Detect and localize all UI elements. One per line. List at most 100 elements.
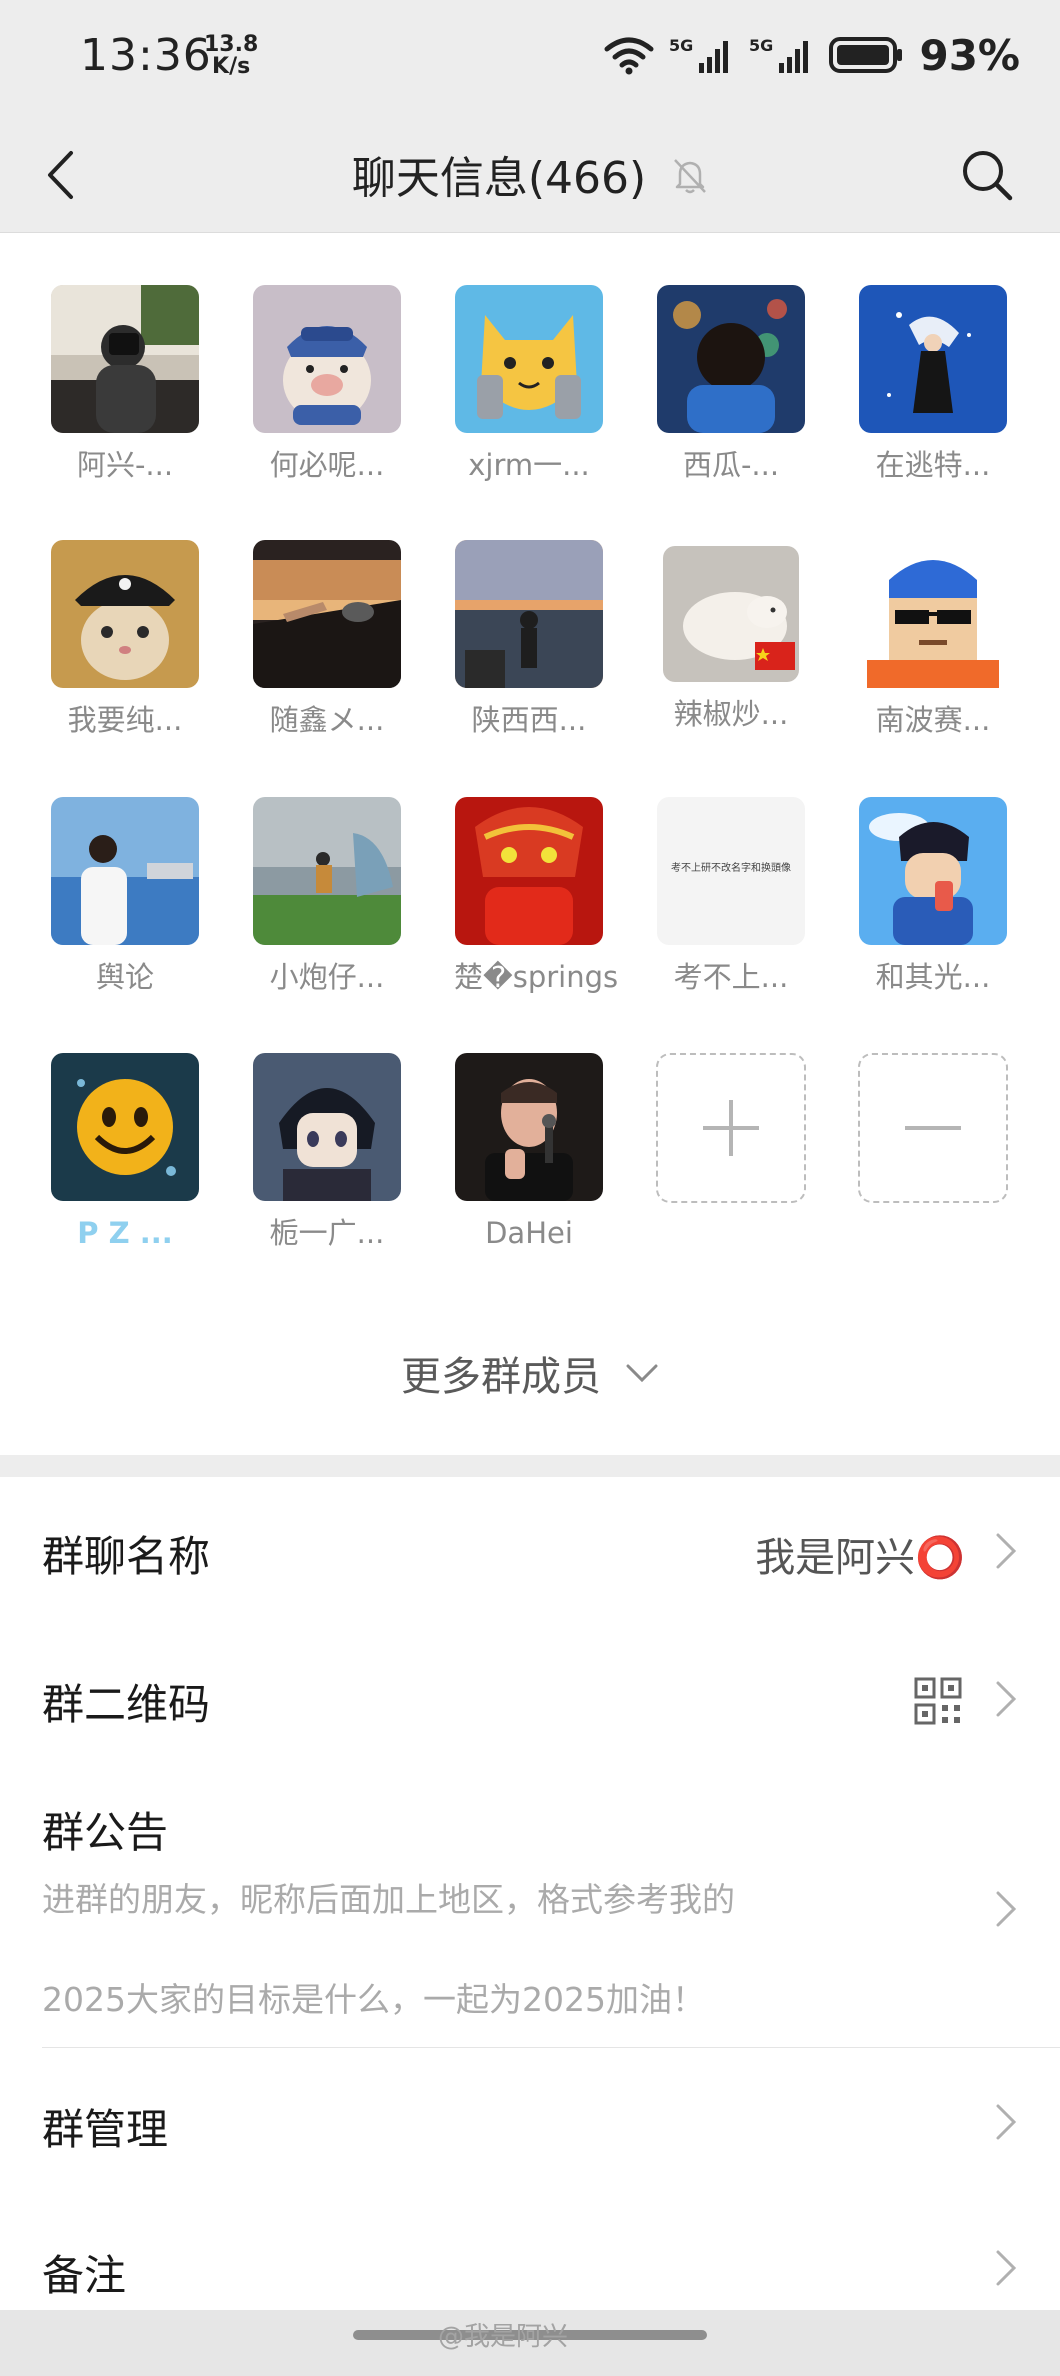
member-name: 和其光... (875, 960, 991, 994)
member-name: 南波赛... (875, 703, 991, 737)
member-name: 何必呢... (269, 448, 385, 482)
member-avatar (859, 797, 1007, 945)
more-members-button[interactable]: 更多群成员 (0, 1333, 1060, 1413)
chevron-right-icon (996, 2104, 1017, 2140)
network-speed: 13.8 K/s (204, 34, 258, 78)
chevron-down-icon (626, 1364, 658, 1383)
svg-text:5G: 5G (669, 36, 693, 55)
member-item[interactable]: 我要纯... (50, 540, 200, 740)
member-avatar (253, 285, 401, 433)
member-name: 我要纯... (67, 703, 183, 737)
group-notice-label: 群公告 (42, 1808, 169, 1857)
member-name: 栀一广... (269, 1216, 385, 1250)
member-name: P Z ... (77, 1216, 173, 1250)
member-item[interactable]: DaHei (454, 1053, 604, 1253)
member-item[interactable]: P Z ... (50, 1053, 200, 1253)
member-item[interactable]: 陕西西... (454, 540, 604, 740)
status-bar: 13:36 13.8 K/s 5G 5G 93% (0, 0, 1060, 118)
member-avatar (859, 540, 1007, 688)
wifi-icon (604, 37, 654, 75)
member-avatar (859, 285, 1007, 433)
member-item[interactable]: 随鑫メ... (252, 540, 402, 740)
page-title-text: 聊天信息(466) (351, 153, 647, 204)
chevron-right-icon (996, 1891, 1017, 1927)
member-avatar (51, 1053, 199, 1201)
member-avatar (455, 540, 603, 688)
member-name: 阿兴-... (76, 448, 174, 482)
member-name: 在逃特... (875, 448, 991, 482)
group-name-value: 我是阿兴⭕ (755, 1535, 965, 1581)
group-notice-line-2: 2025大家的目标是什么，一起为2025加油！ (42, 1980, 705, 2019)
member-item[interactable]: xjrm一... (454, 285, 604, 485)
group-notice-row[interactable]: 群公告 进群的朋友，昵称后面加上地区，格式参考我的 2025大家的目标是什么，一… (0, 1773, 1060, 2047)
member-name: 舆论 (95, 960, 154, 994)
battery-icon (829, 37, 903, 73)
qr-code-icon (914, 1677, 962, 1725)
member-name: 小炮仔... (269, 960, 385, 994)
signal-5g-icon: 5G (669, 36, 729, 73)
group-manage-label: 群管理 (42, 2105, 169, 2154)
mute-icon (672, 156, 708, 207)
member-item[interactable]: 南波赛... (858, 540, 1008, 740)
svg-text:5G: 5G (749, 36, 773, 55)
search-button[interactable] (954, 142, 1020, 208)
member-avatar (253, 797, 401, 945)
member-item[interactable]: 舆论 (50, 797, 200, 997)
remark-row[interactable]: 备注 (0, 2196, 1060, 2310)
member-avatar (51, 285, 199, 433)
group-manage-row[interactable]: 群管理 (0, 2048, 1060, 2196)
network-speed-unit: K/s (212, 54, 251, 79)
remove-member-box (858, 1053, 1008, 1203)
member-avatar (253, 540, 401, 688)
member-item[interactable]: 栀一广... (252, 1053, 402, 1253)
member-name: 西瓜-... (682, 448, 780, 482)
nav-bar: 聊天信息(466) (0, 118, 1060, 233)
network-speed-value: 13.8 (204, 32, 259, 57)
chevron-right-icon (996, 2250, 1017, 2286)
signal-5g-icon-2: 5G (749, 36, 809, 73)
member-item[interactable]: 和其光... (858, 797, 1008, 997)
member-avatar (51, 540, 199, 688)
member-avatar (663, 546, 799, 682)
plus-icon (703, 1100, 759, 1156)
member-avatar (51, 797, 199, 945)
member-item[interactable]: 何必呢... (252, 285, 402, 485)
member-item[interactable]: 考不上研不改名字和换頭像 考不上... (656, 797, 806, 997)
member-item[interactable]: 楚�springs (454, 797, 619, 997)
member-name: 随鑫メ... (269, 703, 385, 737)
remove-member-button[interactable] (858, 1053, 1008, 1203)
member-name: 楚�springs (454, 960, 619, 994)
member-avatar (657, 285, 805, 433)
search-icon (963, 151, 1013, 201)
member-item[interactable]: 小炮仔... (252, 797, 402, 997)
member-avatar (455, 1053, 603, 1201)
member-name: 辣椒炒... (673, 697, 789, 731)
status-icons: 5G 5G 93% (603, 30, 1020, 80)
member-name: xjrm一... (468, 448, 590, 482)
add-member-button[interactable] (656, 1053, 806, 1203)
member-name: 陕西西... (471, 703, 587, 737)
qr-code-row[interactable]: 群二维码 (0, 1625, 1060, 1773)
member-avatar (455, 285, 603, 433)
member-name: DaHei (485, 1216, 573, 1250)
member-avatar (455, 797, 603, 945)
watermark: @我是阿兴 (438, 2322, 569, 2352)
minus-icon (905, 1126, 961, 1130)
more-members-label: 更多群成员 (401, 1354, 601, 1400)
avatar-caption: 考不上研不改名字和换頭像 (671, 863, 791, 874)
page-title: 聊天信息(466) (0, 142, 1060, 207)
qr-code-label: 群二维码 (42, 1680, 211, 1729)
member-avatar: 考不上研不改名字和换頭像 (657, 797, 805, 945)
section-divider (0, 1455, 1060, 1477)
member-item[interactable]: 阿兴-... (50, 285, 200, 485)
member-item[interactable]: 在逃特... (858, 285, 1008, 485)
remark-label: 备注 (42, 2251, 127, 2300)
member-avatar (253, 1053, 401, 1201)
member-item[interactable]: 辣椒炒... (656, 540, 806, 734)
chevron-right-icon (996, 1533, 1017, 1569)
group-name-row[interactable]: 群聊名称 我是阿兴⭕ (0, 1477, 1060, 1625)
add-member-box (656, 1053, 806, 1203)
member-item[interactable]: 西瓜-... (656, 285, 806, 485)
battery-percent: 93% (919, 30, 1020, 80)
member-grid: 阿兴-... 何必呢... xjrm一... 西瓜-... 在逃特... 我要纯… (0, 233, 1060, 1453)
